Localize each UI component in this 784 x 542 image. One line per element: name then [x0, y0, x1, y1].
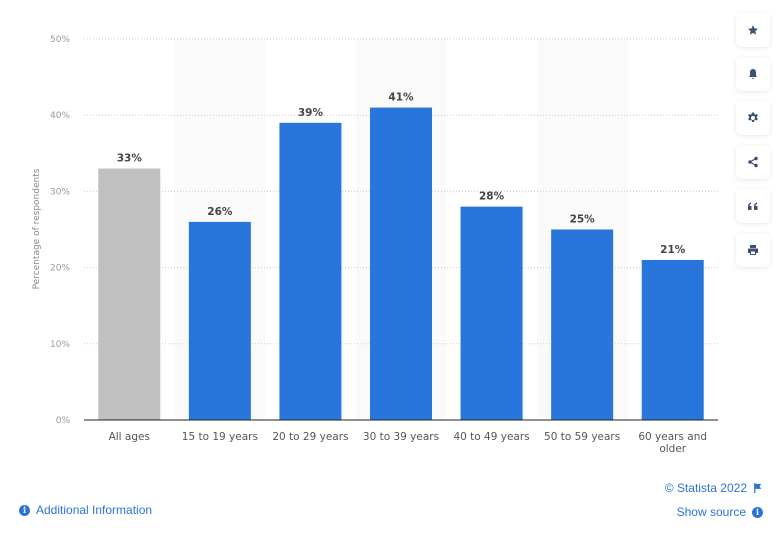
data-label: 25% — [570, 214, 596, 226]
bell-icon — [749, 69, 757, 79]
x-tick-label: 50 to 59 years — [544, 431, 620, 443]
bar-chart: 0% 10% 20% 30% 40% 50% Percentage of responde… — [32, 35, 718, 455]
y-axis-label: Percentage of respondents — [32, 168, 42, 289]
additional-information-link[interactable]: i Additional Information — [19, 503, 152, 517]
x-tick-label: All ages — [109, 431, 150, 443]
favorite-button[interactable] — [736, 13, 770, 47]
data-label: 26% — [207, 206, 233, 218]
x-tick-label: 40 to 49 years — [453, 431, 529, 443]
x-tick-label: 15 to 19 years — [182, 431, 258, 443]
x-tick-label: 30 to 39 years — [363, 431, 439, 443]
print-button[interactable] — [736, 233, 770, 267]
quote-icon — [748, 202, 758, 210]
info-icon: i — [752, 506, 763, 518]
gear-icon — [748, 112, 758, 123]
settings-button[interactable] — [736, 101, 770, 135]
bar — [370, 107, 432, 420]
data-label: 41% — [388, 92, 414, 104]
flag-icon — [754, 483, 762, 493]
x-tick-label: 20 to 29 years — [272, 431, 348, 443]
data-label: 28% — [479, 191, 505, 203]
bar — [98, 168, 161, 420]
print-icon — [748, 245, 758, 255]
bar — [641, 259, 704, 420]
y-tick-label: 0% — [56, 416, 71, 426]
info-icon: i — [19, 504, 30, 516]
star-icon — [748, 25, 758, 35]
data-label: 39% — [298, 107, 324, 119]
cite-button[interactable] — [736, 189, 770, 223]
copyright-label: © Statista 2022 — [664, 481, 747, 495]
x-tick-label: 60 years and older — [638, 431, 707, 455]
additional-information-label: Additional Information — [36, 503, 153, 517]
notification-button[interactable] — [736, 57, 770, 91]
y-tick-label: 50% — [50, 35, 70, 45]
copyright-link[interactable]: © Statista 2022 — [665, 481, 762, 495]
bar — [551, 229, 614, 420]
bar — [279, 122, 342, 420]
data-label: 21% — [660, 244, 686, 256]
y-tick-label: 10% — [50, 340, 70, 350]
data-label: 33% — [117, 153, 143, 165]
y-tick-label: 20% — [50, 264, 70, 274]
show-source-label: Show source — [676, 505, 746, 519]
bar — [188, 221, 251, 420]
y-tick-label: 30% — [50, 187, 70, 197]
show-source-link[interactable]: Show source i — [677, 505, 763, 519]
share-icon — [748, 156, 758, 168]
share-button[interactable] — [736, 145, 770, 179]
y-tick-label: 40% — [50, 111, 70, 121]
bar — [460, 206, 523, 420]
